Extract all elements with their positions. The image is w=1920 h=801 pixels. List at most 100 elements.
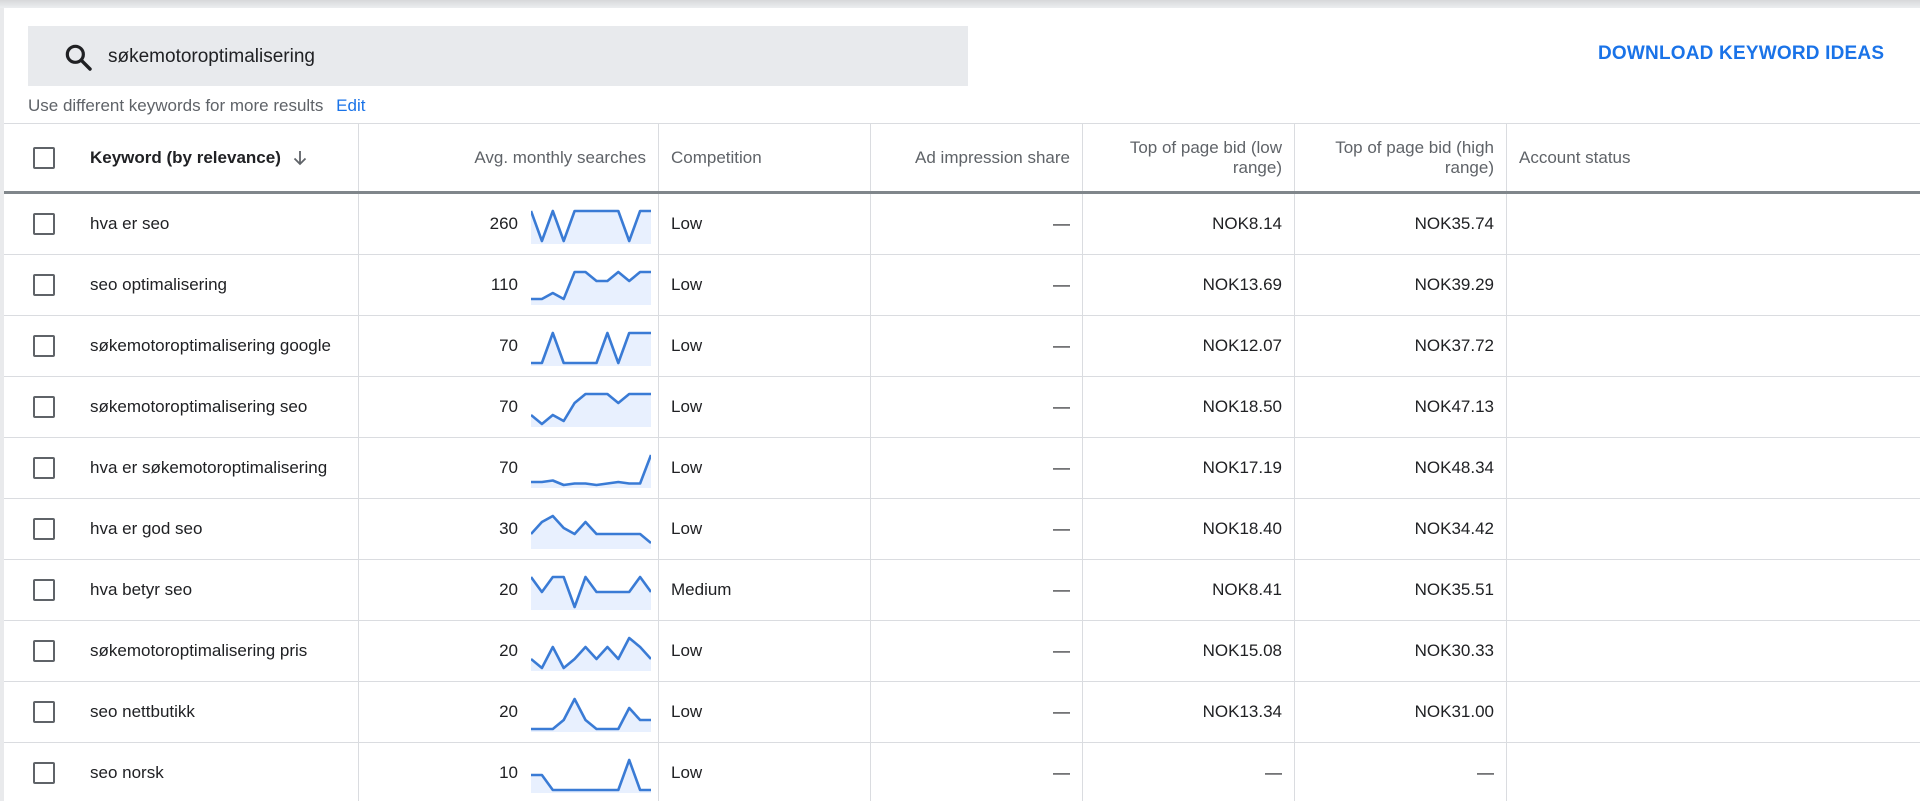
row-select-cell (4, 377, 84, 437)
avg-searches-value: 70 (499, 336, 518, 355)
header-bid-low[interactable]: Top of page bid (low range) (1082, 124, 1294, 191)
keyword-cell: hva er god seo (84, 499, 358, 559)
competition-cell: Low (658, 377, 870, 437)
header-bid-high-label: Top of page bid (high range) (1335, 137, 1494, 177)
account-status-cell (1506, 255, 1920, 315)
edit-keywords-link[interactable]: Edit (336, 96, 365, 115)
keyword-cell: søkemotoroptimalisering google (84, 316, 358, 376)
header-ad-impression-share[interactable]: Ad impression share (870, 124, 1082, 191)
trend-sparkline (531, 454, 651, 488)
competition-value: Low (671, 519, 703, 538)
keyword-text: søkemotoroptimalisering pris (90, 641, 308, 660)
avg-searches-cell: 20 (358, 682, 658, 742)
bid-high-cell: NOK39.29 (1294, 255, 1506, 315)
header-avg-monthly-searches[interactable]: Avg. monthly searches (358, 124, 658, 191)
competition-value: Low (671, 214, 703, 233)
bid-low-value: NOK15.08 (1202, 641, 1282, 660)
table-row[interactable]: søkemotoroptimalisering seo 70 Low — NOK18.5… (4, 377, 1920, 438)
bid-high-value: NOK47.13 (1414, 397, 1494, 416)
row-checkbox[interactable] (33, 640, 55, 662)
row-checkbox[interactable] (33, 701, 55, 723)
avg-searches-value: 70 (499, 458, 518, 477)
row-checkbox[interactable] (33, 274, 55, 296)
header-keyword[interactable]: Keyword (by relevance) (84, 124, 358, 191)
bid-low-cell: NOK18.50 (1082, 377, 1294, 437)
bid-high-cell: NOK30.33 (1294, 621, 1506, 681)
row-checkbox[interactable] (33, 396, 55, 418)
trend-sparkline (531, 758, 651, 793)
bid-high-cell: NOK37.72 (1294, 316, 1506, 376)
table-row[interactable]: seo nettbutikk 20 Low — NOK13.34 NOK31.00 (4, 682, 1920, 743)
avg-searches-cell: 110 (358, 255, 658, 315)
account-status-cell (1506, 621, 1920, 681)
keyword-hint: Use different keywords for more results … (28, 96, 365, 116)
trend-sparkline (531, 331, 651, 366)
table-row[interactable]: hva er søkemotoroptimalisering 70 Low — NOK1… (4, 438, 1920, 499)
impression-share-value: — (1053, 763, 1070, 782)
impression-share-value: — (1053, 397, 1070, 416)
table-header-row: Keyword (by relevance) Avg. monthly sear… (4, 124, 1920, 194)
bid-high-cell: NOK35.51 (1294, 560, 1506, 620)
table-row[interactable]: seo optimalisering 110 Low — NOK13.69 NOK39.2… (4, 255, 1920, 316)
impression-share-cell: — (870, 377, 1082, 437)
trend-sparkline (531, 270, 651, 305)
row-checkbox[interactable] (33, 335, 55, 357)
impression-share-value: — (1053, 641, 1070, 660)
keyword-text: søkemotoroptimalisering google (90, 336, 331, 355)
competition-value: Low (671, 702, 703, 721)
table-body: hva er seo 260 Low — NOK8.14 NOK35.74 seo opti… (4, 194, 1920, 801)
table-row[interactable]: hva er god seo 30 Low — NOK18.40 NOK34.42 (4, 499, 1920, 560)
row-checkbox[interactable] (33, 518, 55, 540)
bid-high-cell: NOK31.00 (1294, 682, 1506, 742)
search-input[interactable]: søkemotoroptimalisering (108, 46, 315, 68)
row-checkbox[interactable] (33, 213, 55, 235)
bid-low-value: NOK8.41 (1212, 580, 1282, 599)
bid-high-value: — (1477, 763, 1494, 782)
row-checkbox[interactable] (33, 762, 55, 784)
arrow-down-icon[interactable] (291, 149, 309, 167)
row-checkbox[interactable] (33, 457, 55, 479)
competition-value: Medium (671, 580, 732, 599)
header-account-status[interactable]: Account status (1506, 124, 1920, 191)
bid-low-cell: NOK13.34 (1082, 682, 1294, 742)
header-competition[interactable]: Competition (658, 124, 870, 191)
impression-share-cell: — (870, 255, 1082, 315)
trend-sparkline (531, 392, 651, 427)
download-keyword-ideas-button[interactable]: DOWNLOAD KEYWORD IDEAS (1598, 43, 1884, 65)
table-row[interactable]: hva betyr seo 20 Medium — NOK8.41 NOK35.51 (4, 560, 1920, 621)
keyword-cell: seo optimalisering (84, 255, 358, 315)
impression-share-value: — (1053, 580, 1070, 599)
avg-searches-value: 110 (490, 275, 518, 294)
avg-searches-cell: 20 (358, 621, 658, 681)
keyword-text: søkemotoroptimalisering seo (90, 397, 308, 416)
select-all-checkbox[interactable] (33, 146, 55, 169)
trend-sparkline (531, 209, 651, 244)
row-checkbox[interactable] (33, 579, 55, 601)
competition-cell: Low (658, 682, 870, 742)
account-status-cell (1506, 194, 1920, 254)
header-avg-label: Avg. monthly searches (474, 147, 646, 167)
row-select-cell (4, 316, 84, 376)
impression-share-value: — (1053, 458, 1070, 477)
competition-value: Low (671, 336, 703, 355)
keyword-cell: hva er søkemotoroptimalisering (84, 438, 358, 498)
avg-searches-cell: 70 (358, 438, 658, 498)
keyword-text: seo optimalisering (90, 275, 228, 294)
bid-high-value: NOK37.72 (1414, 336, 1494, 355)
bid-high-value: NOK30.33 (1414, 641, 1494, 660)
table-row[interactable]: seo norsk 10 Low — — — (4, 743, 1920, 801)
avg-searches-value: 20 (499, 702, 518, 721)
keyword-planner-panel: søkemotoroptimalisering DOWNLOAD KEYWORD… (4, 8, 1920, 801)
row-select-cell (4, 255, 84, 315)
bid-high-cell: NOK48.34 (1294, 438, 1506, 498)
impression-share-value: — (1053, 214, 1070, 233)
keyword-search-bar[interactable]: søkemotoroptimalisering (28, 26, 968, 86)
table-row[interactable]: søkemotoroptimalisering google 70 Low — NOK1… (4, 316, 1920, 377)
table-row[interactable]: søkemotoroptimalisering pris 20 Low — NOK15.… (4, 621, 1920, 682)
hint-text: Use different keywords for more results (28, 96, 324, 115)
table-row[interactable]: hva er seo 260 Low — NOK8.14 NOK35.74 (4, 194, 1920, 255)
row-select-cell (4, 621, 84, 681)
bid-low-value: NOK13.69 (1202, 275, 1282, 294)
bid-low-cell: NOK13.69 (1082, 255, 1294, 315)
header-bid-high[interactable]: Top of page bid (high range) (1294, 124, 1506, 191)
